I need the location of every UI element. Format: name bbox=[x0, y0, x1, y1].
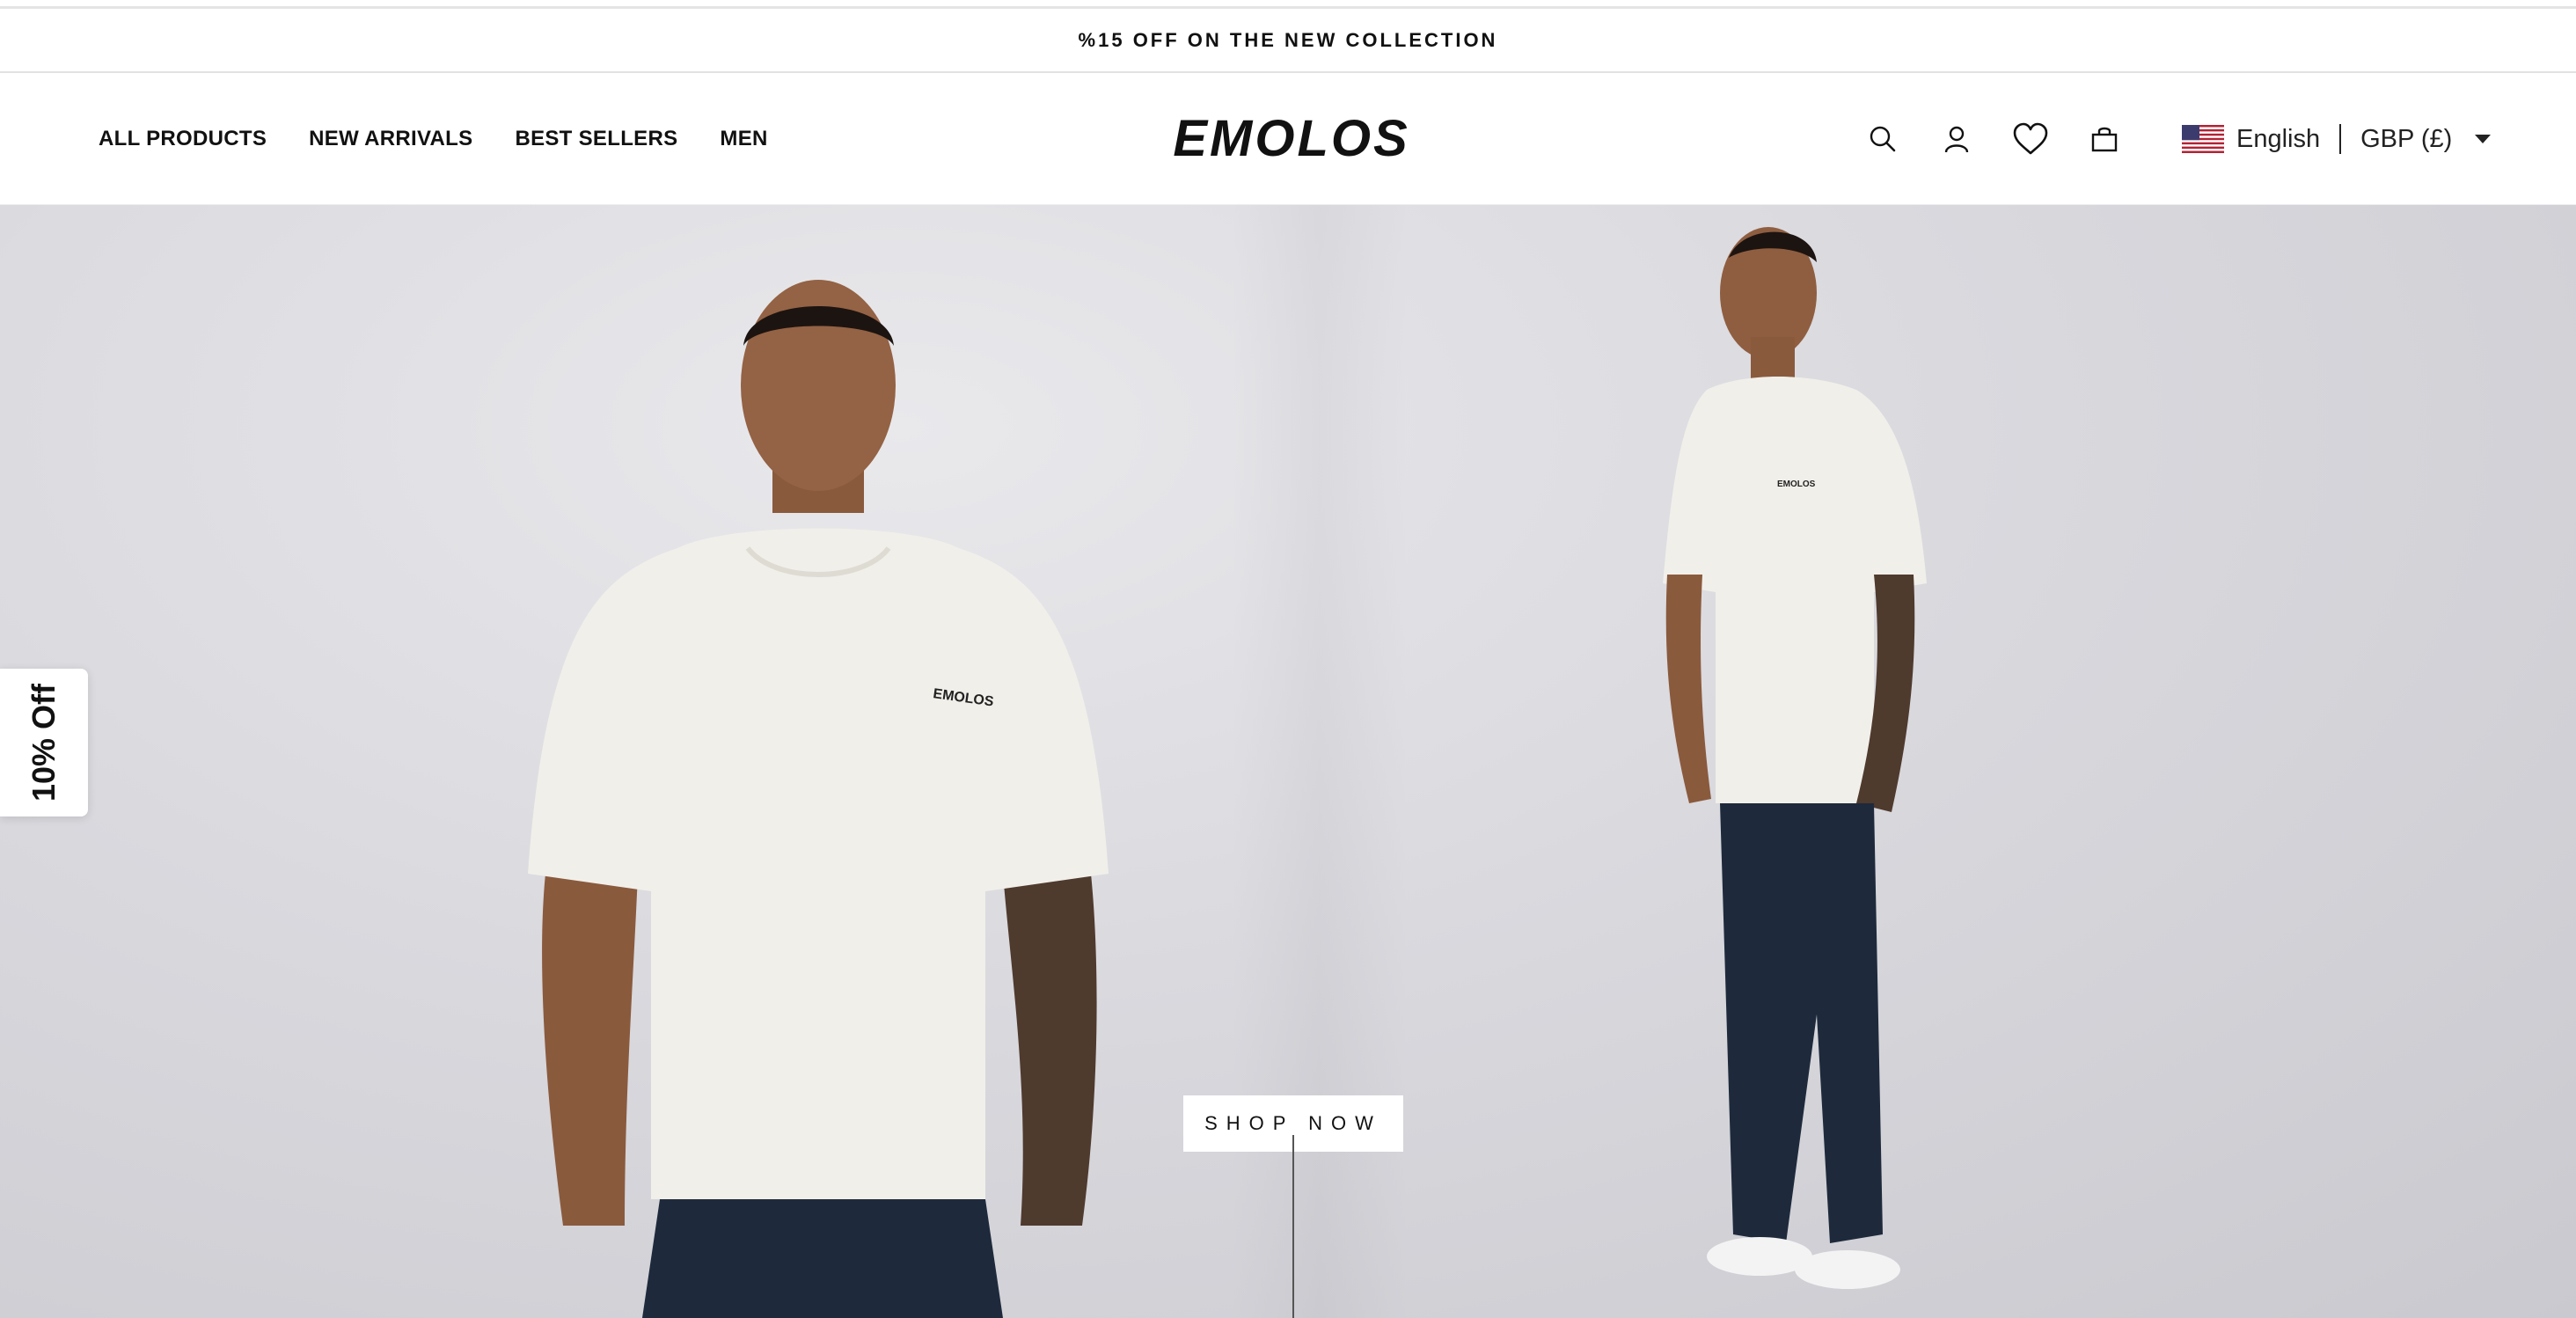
cart-bag-icon[interactable] bbox=[2085, 120, 2124, 158]
model-front-image: EMOLOS bbox=[528, 280, 1109, 1318]
main-nav: ALL PRODUCTS NEW ARRIVALS BEST SELLERS M… bbox=[99, 73, 768, 205]
chevron-down-icon bbox=[2475, 135, 2492, 143]
nav-all-products[interactable]: ALL PRODUCTS bbox=[99, 127, 267, 151]
header-icons bbox=[1863, 73, 2124, 205]
locale-selector[interactable]: English GBP (£) bbox=[2182, 73, 2492, 205]
account-icon[interactable] bbox=[1937, 120, 1976, 158]
us-flag-icon bbox=[2182, 125, 2224, 153]
wishlist-heart-icon[interactable] bbox=[2011, 120, 2050, 158]
model-side-image: EMOLOS bbox=[1663, 227, 1927, 1289]
nav-new-arrivals[interactable]: NEW ARRIVALS bbox=[309, 127, 472, 151]
cta-indicator-line-lower bbox=[1292, 1135, 1294, 1318]
currency-label: GBP (£) bbox=[2360, 124, 2453, 153]
discount-side-tab[interactable]: 10% Off bbox=[0, 669, 88, 816]
language-label: English bbox=[2236, 124, 2321, 153]
search-icon[interactable] bbox=[1863, 120, 1902, 158]
logo-wordmark: EMOLOS bbox=[1173, 110, 1409, 167]
announcement-bar: %15 OFF ON THE NEW COLLECTION bbox=[0, 9, 2576, 73]
nav-men[interactable]: MEN bbox=[720, 127, 767, 151]
emolos-logo[interactable]: EMOLOS bbox=[1160, 110, 1423, 167]
nav-best-sellers[interactable]: BEST SELLERS bbox=[515, 127, 677, 151]
svg-text:EMOLOS: EMOLOS bbox=[1173, 113, 1409, 165]
top-border bbox=[0, 0, 2576, 9]
locale-divider bbox=[2339, 124, 2342, 154]
shirt-logo-side: EMOLOS bbox=[1777, 480, 1816, 489]
announcement-text: %15 OFF ON THE NEW COLLECTION bbox=[1078, 28, 1498, 51]
discount-tab-label: 10% Off bbox=[26, 683, 62, 802]
site-header: ALL PRODUCTS NEW ARRIVALS BEST SELLERS M… bbox=[0, 73, 2576, 205]
